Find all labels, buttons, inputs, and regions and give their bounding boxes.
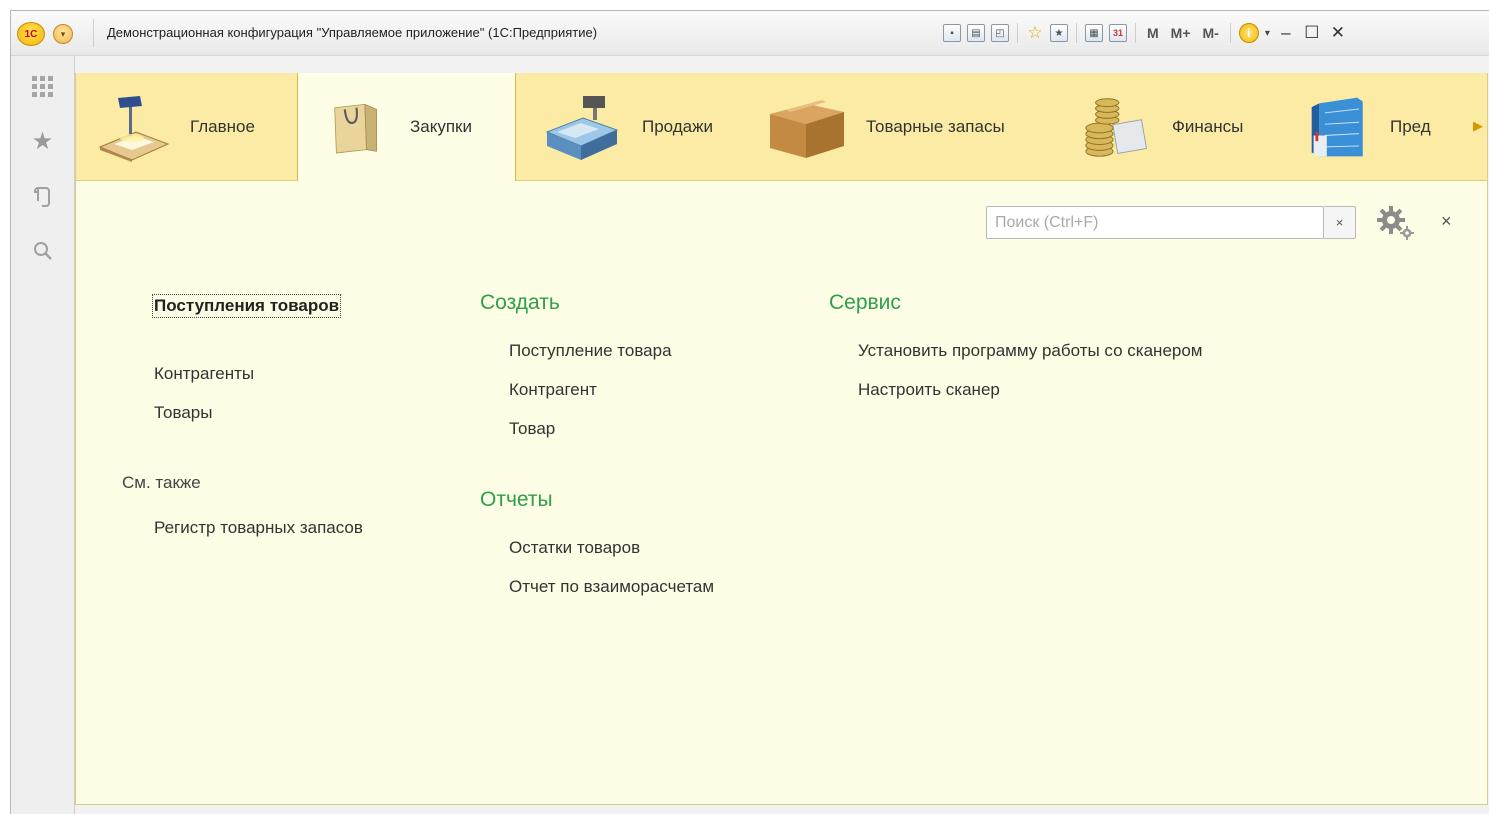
close-icon[interactable]: × — [1441, 211, 1452, 232]
toolbar-divider — [1017, 23, 1018, 43]
section-purchases-label: Закупки — [410, 117, 472, 136]
memory-minus-button[interactable]: M- — [1200, 25, 1222, 41]
history-icon[interactable] — [11, 176, 74, 216]
cash-register-icon — [545, 95, 619, 160]
report-stock-balance[interactable]: Остатки товаров — [509, 538, 640, 558]
nav-inventory-register[interactable]: Регистр товарных запасов — [154, 518, 363, 538]
scroll-right-arrow-icon[interactable]: ▶ — [1473, 118, 1483, 134]
favorites-star-icon[interactable]: ★ — [11, 121, 74, 161]
memory-button[interactable]: M — [1144, 25, 1162, 41]
report-settlements[interactable]: Отчет по взаиморасчетам — [509, 577, 714, 597]
toolbar-divider — [1076, 23, 1077, 43]
settings-gear-icon[interactable] — [1376, 205, 1416, 241]
sections-menu-icon[interactable] — [11, 66, 74, 106]
app-window: 1С ▾ Демонстрационная конфигурация "Упра… — [10, 10, 1489, 814]
cardboard-box-icon — [770, 99, 844, 158]
create-goods-receipt[interactable]: Поступление товара — [509, 341, 672, 361]
section-enterprise-label: Пред — [1390, 116, 1431, 136]
desk-lamp-icon — [98, 95, 170, 162]
search-icon[interactable] — [11, 231, 74, 271]
nav-goods-receipts[interactable]: Поступления товаров — [151, 294, 342, 318]
chevron-down-icon[interactable]: ▾ — [1265, 28, 1270, 39]
section-purchases[interactable]: Закупки — [297, 73, 516, 181]
calendar-icon[interactable]: 31 — [1109, 24, 1127, 42]
memory-plus-button[interactable]: M+ — [1168, 25, 1194, 41]
title-divider — [93, 19, 94, 47]
toolbar-divider — [1135, 23, 1136, 43]
add-to-favorites-icon[interactable]: ☆ — [1026, 23, 1044, 42]
calculator-icon[interactable]: ▦ — [1085, 24, 1103, 42]
search-clear-button[interactable]: × — [1324, 206, 1356, 239]
section-sales-label: Продажи — [642, 116, 713, 136]
section-finance-label: Финансы — [1172, 116, 1244, 136]
create-product[interactable]: Товар — [509, 419, 555, 439]
section-main-label: Главное — [190, 116, 255, 136]
toolbar-divider — [1229, 23, 1231, 43]
close-window-button[interactable]: ✕ — [1328, 23, 1348, 43]
service-install-scanner[interactable]: Установить программу работы со сканером — [858, 341, 1203, 361]
print-icon[interactable]: ▤ — [967, 24, 985, 42]
shopping-bag-icon — [334, 103, 378, 154]
print-preview-icon[interactable]: ◰ — [991, 24, 1009, 42]
section-finance[interactable]: Финансы — [1080, 73, 1280, 180]
minimize-button[interactable]: – — [1276, 23, 1296, 43]
section-inventory[interactable]: Товарные запасы — [766, 73, 1046, 180]
1c-logo-icon[interactable]: 1С — [17, 22, 45, 46]
section-sales[interactable]: Продажи — [538, 73, 748, 180]
service-configure-scanner[interactable]: Настроить сканер — [858, 380, 1000, 400]
service-group-title: Сервис — [829, 291, 901, 314]
info-icon[interactable]: i — [1238, 23, 1259, 43]
content-area: Главное Закупки Продажи Товарные запасы … — [75, 73, 1488, 805]
window-title: Демонстрационная конфигурация "Управляем… — [107, 25, 598, 40]
sections-panel: Главное Закупки Продажи Товарные запасы … — [76, 73, 1487, 181]
main-menu-button[interactable]: ▾ — [53, 24, 73, 44]
left-panel: ★ — [11, 56, 75, 814]
title-bar: 1С ▾ Демонстрационная конфигурация "Упра… — [11, 11, 1489, 56]
section-main[interactable]: Главное — [96, 73, 296, 180]
create-group-title: Создать — [480, 291, 560, 314]
section-inventory-label: Товарные запасы — [866, 116, 1005, 136]
nav-goods[interactable]: Товары — [154, 403, 212, 423]
coins-icon — [1085, 97, 1148, 157]
nav-counterparties[interactable]: Контрагенты — [154, 364, 254, 384]
reports-group-title: Отчеты — [480, 488, 553, 511]
favorites-icon[interactable]: ★ — [1050, 24, 1068, 42]
create-counterparty[interactable]: Контрагент — [509, 380, 597, 400]
maximize-button[interactable]: ☐ — [1302, 23, 1322, 43]
title-toolbar: ▪ ▤ ◰ ☆ ★ ▦ 31 M M+ M- i ▾ – ☐ ✕ — [943, 21, 1348, 45]
save-icon[interactable]: ▪ — [943, 24, 961, 42]
office-building-icon — [1311, 97, 1363, 156]
search-input[interactable] — [986, 206, 1324, 239]
see-also-title: См. также — [122, 473, 201, 492]
section-enterprise[interactable]: Пред — [1306, 73, 1487, 180]
